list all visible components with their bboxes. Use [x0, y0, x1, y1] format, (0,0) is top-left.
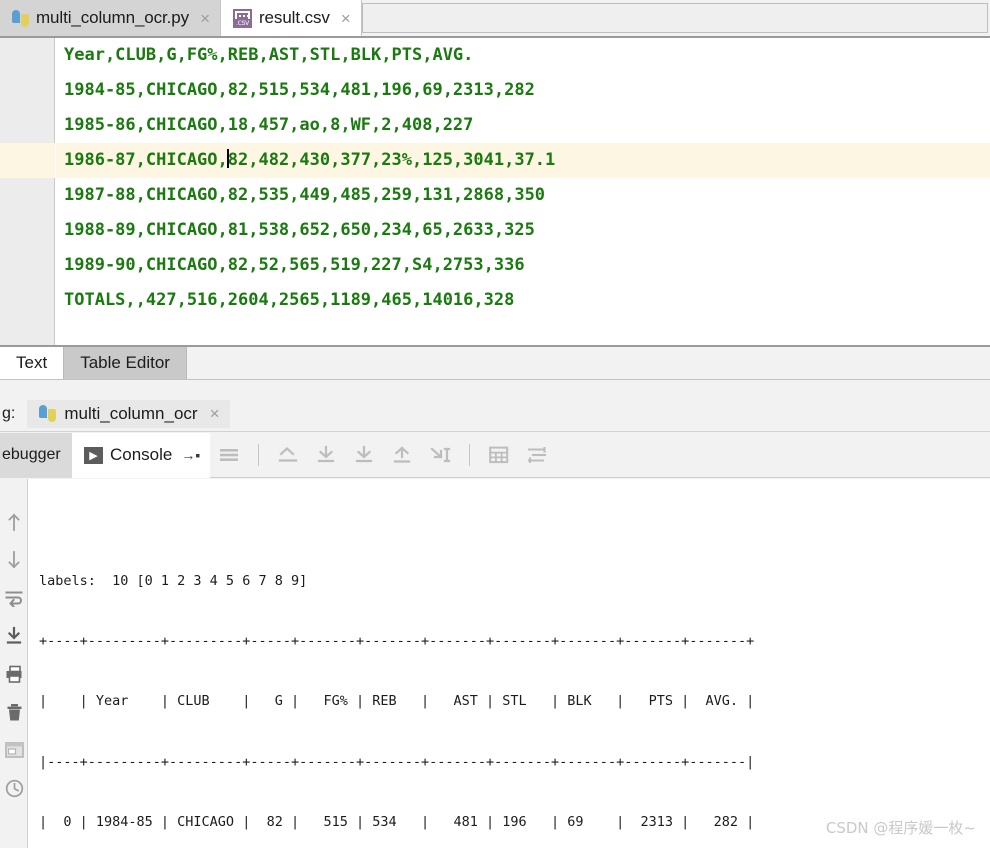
print-icon[interactable]	[0, 655, 28, 693]
code-line[interactable]: TOTALS,,427,516,2604,2565,1189,465,14016…	[56, 283, 990, 318]
close-icon[interactable]: ×	[341, 10, 351, 27]
csv-view-tabs-empty-area	[186, 347, 990, 379]
tab-text[interactable]: Text	[0, 347, 65, 379]
tab-console-label: Console	[110, 445, 173, 464]
scroll-to-end-icon[interactable]	[0, 617, 28, 655]
code-line[interactable]: Year,CLUB,G,FG%,REB,AST,STL,BLK,PTS,AVG.	[56, 38, 990, 73]
console-line: |----+---------+---------+-----+-------+…	[39, 753, 755, 770]
code-line[interactable]: 1988-89,CHICAGO,81,538,652,650,234,65,26…	[56, 213, 990, 248]
editor-gutter[interactable]	[0, 38, 55, 345]
gutter-current-line-highlight	[0, 143, 55, 178]
menu-lines-icon[interactable]	[216, 442, 242, 468]
code-line-prefix: 1986-87,CHICAGO,	[64, 150, 228, 170]
run-configuration-label: multi_column_ocr	[64, 403, 198, 423]
code-line-suffix: 82,482,430,377,23%,125,3041,37.1	[227, 150, 556, 170]
force-step-into-icon[interactable]	[389, 442, 415, 468]
close-icon[interactable]: ×	[210, 405, 220, 422]
console-output[interactable]: labels: 10 [0 1 2 3 4 5 6 7 8 9] +----+-…	[29, 479, 990, 848]
tab-console[interactable]: ▶ Console →▪	[72, 432, 211, 478]
code-line-current[interactable]: 1986-87,CHICAGO,82,482,430,377,23%,125,3…	[56, 143, 990, 178]
editor-tab-bar: multi_column_ocr.py × .CSV result.csv ×	[0, 0, 990, 38]
tab-bar-empty-area	[361, 3, 988, 33]
soft-wrap-icon[interactable]	[0, 579, 28, 617]
pycharm-window: multi_column_ocr.py × .CSV result.csv × …	[0, 0, 990, 848]
editor-tab-multi-column-ocr-py[interactable]: multi_column_ocr.py ×	[0, 0, 221, 36]
arrow-up-icon[interactable]	[0, 503, 28, 541]
run-to-cursor-icon[interactable]	[427, 442, 453, 468]
arrow-down-icon[interactable]	[0, 541, 28, 579]
console-line: +----+---------+---------+-----+-------+…	[39, 633, 755, 650]
python-file-icon	[39, 405, 57, 422]
debugger-toolbar: ebugger ▶ Console →▪	[0, 432, 990, 478]
debug-window-title: g:	[2, 404, 16, 422]
run-play-icon: ▶	[84, 446, 103, 464]
close-icon[interactable]: ×	[200, 10, 210, 27]
code-line[interactable]: 1989-90,CHICAGO,82,52,565,519,227,S4,275…	[56, 248, 990, 283]
editor-tab-result-csv[interactable]: .CSV result.csv ×	[221, 0, 362, 36]
console-window-icon[interactable]	[0, 731, 28, 769]
console-panel: labels: 10 [0 1 2 3 4 5 6 7 8 9] +----+-…	[0, 479, 990, 848]
csv-text-editor[interactable]: Year,CLUB,G,FG%,REB,AST,STL,BLK,PTS,AVG.…	[0, 38, 990, 345]
console-side-toolbar	[0, 479, 28, 848]
toolbar-separator	[469, 444, 471, 466]
editor-content[interactable]: Year,CLUB,G,FG%,REB,AST,STL,BLK,PTS,AVG.…	[56, 38, 990, 345]
console-line: | | Year | CLUB | G | FG% | REB | AST | …	[39, 693, 755, 710]
trash-icon[interactable]	[0, 693, 28, 731]
history-clock-icon[interactable]	[0, 769, 28, 807]
tab-debugger[interactable]: ebugger	[0, 432, 72, 478]
step-into-icon[interactable]	[351, 442, 377, 468]
csdn-watermark: CSDN @程序媛一枚~	[825, 819, 976, 837]
pin-tab-icon[interactable]: →▪	[181, 447, 200, 463]
editor-tab-label: result.csv	[259, 8, 330, 27]
run-configuration-tab[interactable]: multi_column_ocr ×	[27, 399, 230, 428]
code-line[interactable]: 1985-86,CHICAGO,18,457,ao,8,WF,2,408,227	[56, 108, 990, 143]
console-line-clipped-top	[39, 525, 990, 535]
evaluate-table-icon[interactable]	[486, 442, 512, 468]
code-line[interactable]: 1984-85,CHICAGO,82,515,534,481,196,69,23…	[56, 73, 990, 108]
settings-lines-icon[interactable]	[524, 442, 550, 468]
code-line[interactable]: 1987-88,CHICAGO,82,535,449,485,259,131,2…	[56, 178, 990, 213]
editor-tab-label: multi_column_ocr.py	[36, 8, 190, 27]
step-over-icon[interactable]	[313, 442, 339, 468]
debug-tool-window-header: g: multi_column_ocr ×	[0, 396, 990, 432]
python-file-icon	[12, 9, 29, 27]
toolbar-separator	[258, 444, 260, 466]
console-line: labels: 10 [0 1 2 3 4 5 6 7 8 9]	[39, 573, 308, 589]
step-out-icon[interactable]	[275, 442, 301, 468]
csv-file-icon: .CSV	[233, 8, 252, 28]
csv-view-tabs: Text Table Editor	[0, 347, 990, 380]
tab-table-editor[interactable]: Table Editor	[64, 347, 187, 379]
